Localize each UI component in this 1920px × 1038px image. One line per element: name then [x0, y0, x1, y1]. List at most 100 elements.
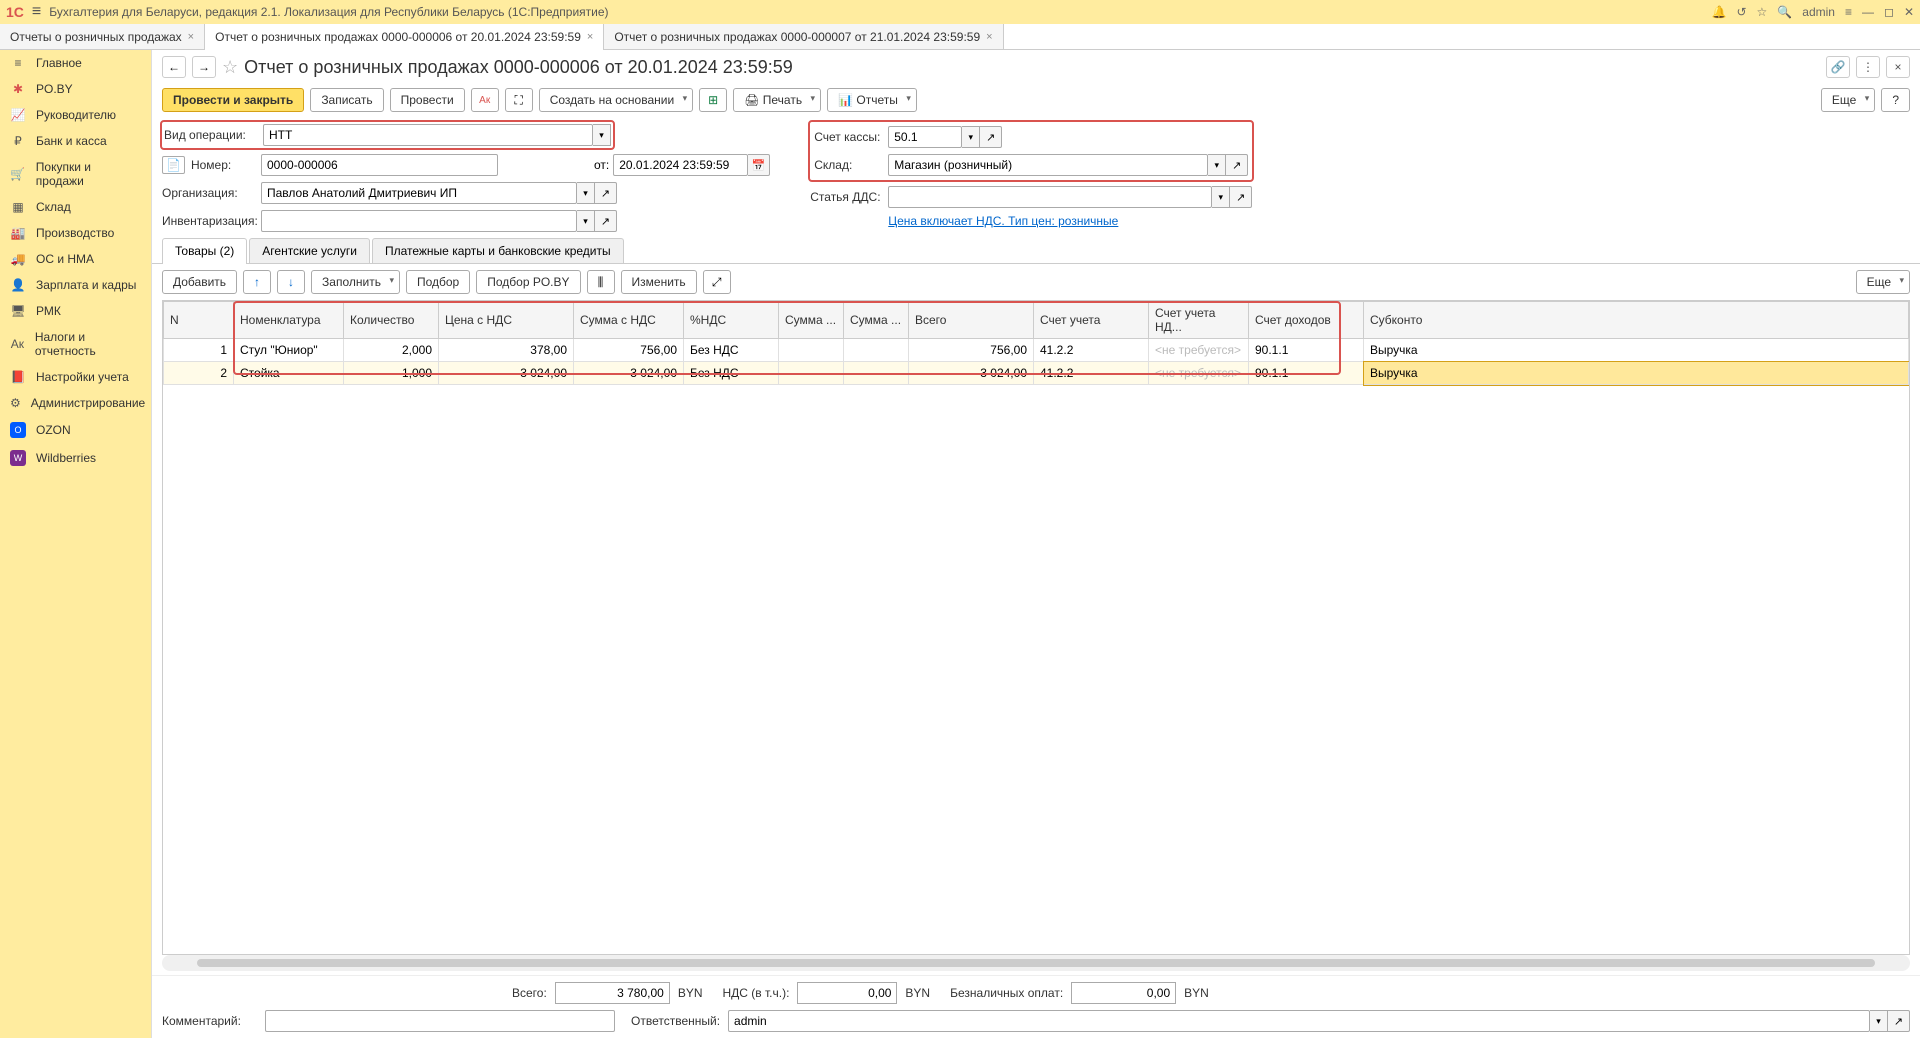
move-down-button[interactable]: ↓ — [277, 270, 305, 294]
comment-input[interactable] — [265, 1010, 615, 1032]
tab-agent[interactable]: Агентские услуги — [249, 238, 370, 263]
op-type-input[interactable] — [263, 124, 593, 146]
close-icon[interactable]: × — [188, 31, 194, 43]
create-based-button[interactable]: Создать на основании — [539, 88, 694, 112]
dropdown-button[interactable]: ▾ — [577, 182, 595, 204]
minimize-icon[interactable]: — — [1862, 5, 1874, 19]
structure-button[interactable]: ⛶ — [505, 88, 533, 112]
sidebar-item-wildberries[interactable]: WWildberries — [0, 444, 151, 472]
open-button[interactable]: ↗ — [1230, 186, 1252, 208]
search-icon[interactable]: 🔍 — [1777, 5, 1792, 19]
open-button[interactable]: ↗ — [595, 182, 617, 204]
col-price[interactable]: Цена с НДС — [439, 302, 574, 339]
sidebar-item-bank[interactable]: ₽Банк и касса — [0, 128, 151, 154]
settings-icon[interactable]: ≡ — [1845, 5, 1852, 19]
open-button[interactable]: ↗ — [1888, 1010, 1910, 1032]
reports-button[interactable]: 📊 Отчеты — [827, 88, 917, 112]
sidebar-item-settings[interactable]: 📕Настройки учета — [0, 364, 151, 390]
close-icon[interactable]: × — [587, 31, 593, 43]
col-total[interactable]: Всего — [909, 302, 1034, 339]
tab-goods[interactable]: Товары (2) — [162, 238, 247, 263]
user-label[interactable]: admin — [1802, 5, 1835, 19]
table-more-button[interactable]: Еще — [1856, 270, 1910, 294]
save-button[interactable]: Записать — [310, 88, 383, 112]
horizontal-scrollbar[interactable] — [162, 955, 1910, 971]
select-poby-button[interactable]: Подбор PO.BY — [476, 270, 580, 294]
close-icon[interactable]: ✕ — [1904, 5, 1914, 19]
calendar-button[interactable]: 📅 — [748, 154, 770, 176]
tab-cards[interactable]: Платежные карты и банковские кредиты — [372, 238, 624, 263]
help-button[interactable]: ? — [1881, 88, 1910, 112]
col-nom[interactable]: Номенклатура — [234, 302, 344, 339]
dt-kt-button[interactable]: Ак — [471, 88, 499, 112]
sidebar-item-rmk[interactable]: 🖥РМК — [0, 298, 151, 324]
responsible-input[interactable] — [728, 1010, 1870, 1032]
table-row[interactable]: 1 Стул "Юниор" 2,000 378,00 756,00 Без Н… — [164, 339, 1909, 362]
warehouse-input[interactable] — [888, 154, 1208, 176]
doc-icon[interactable]: 📄 — [162, 156, 185, 174]
dds-input[interactable] — [888, 186, 1212, 208]
dropdown-button[interactable]: ▾ — [593, 124, 611, 146]
number-input[interactable] — [261, 154, 498, 176]
dropdown-button[interactable]: ▾ — [1212, 186, 1230, 208]
barcode-button[interactable]: ⫼ — [587, 270, 615, 294]
col-acc[interactable]: Счет учета — [1034, 302, 1149, 339]
inventory-input[interactable] — [261, 210, 577, 232]
col-income[interactable]: Счет доходов — [1249, 302, 1364, 339]
fill-button[interactable]: Заполнить — [311, 270, 400, 294]
excel-button[interactable]: ⊞ — [699, 88, 727, 112]
post-close-button[interactable]: Провести и закрыть — [162, 88, 304, 112]
change-button[interactable]: Изменить — [621, 270, 697, 294]
sidebar-item-assets[interactable]: 🚚ОС и НМА — [0, 246, 151, 272]
col-vatsum1[interactable]: Сумма ... — [779, 302, 844, 339]
col-sub[interactable]: Субконто — [1364, 302, 1909, 339]
sidebar-item-salary[interactable]: 👤Зарплата и кадры — [0, 272, 151, 298]
menu-icon[interactable]: ≡ — [32, 3, 41, 21]
sidebar-item-taxes[interactable]: AкНалоги и отчетность — [0, 324, 151, 364]
sidebar-item-production[interactable]: 🏭Производство — [0, 220, 151, 246]
sidebar-item-admin[interactable]: ⚙Администрирование — [0, 390, 151, 416]
open-button[interactable]: ↗ — [595, 210, 617, 232]
sidebar-item-main[interactable]: ≡Главное — [0, 50, 151, 76]
window-tab[interactable]: Отчет о розничных продажах 0000-000006 о… — [205, 24, 604, 49]
star-icon[interactable]: ☆ — [1757, 5, 1768, 19]
col-vat[interactable]: %НДС — [684, 302, 779, 339]
col-vatsum2[interactable]: Сумма ... — [844, 302, 909, 339]
expand-button[interactable]: ⤢ — [703, 270, 731, 294]
col-qty[interactable]: Количество — [344, 302, 439, 339]
cash-account-input[interactable] — [888, 126, 962, 148]
sidebar-item-manager[interactable]: 📈Руководителю — [0, 102, 151, 128]
open-button[interactable]: ↗ — [980, 126, 1002, 148]
table-row[interactable]: 2 Стойка 1,000 3 024,00 3 024,00 Без НДС… — [164, 362, 1909, 385]
forward-button[interactable]: → — [192, 56, 216, 78]
bell-icon[interactable]: 🔔 — [1712, 5, 1727, 19]
org-input[interactable] — [261, 182, 577, 204]
link-button[interactable]: 🔗 — [1826, 56, 1850, 78]
select-button[interactable]: Подбор — [406, 270, 470, 294]
sidebar-item-poby[interactable]: ✱PO.BY — [0, 76, 151, 102]
col-acc-vat[interactable]: Счет учета НД... — [1149, 302, 1249, 339]
dropdown-button[interactable]: ▾ — [1208, 154, 1226, 176]
close-button[interactable]: × — [1886, 56, 1910, 78]
col-sum[interactable]: Сумма с НДС — [574, 302, 684, 339]
favorite-icon[interactable]: ☆ — [222, 57, 238, 78]
sidebar-item-sales[interactable]: 🛒Покупки и продажи — [0, 154, 151, 194]
dropdown-button[interactable]: ▾ — [962, 126, 980, 148]
print-button[interactable]: 🖨 Печать — [733, 88, 821, 112]
more-button[interactable]: Еще — [1821, 88, 1875, 112]
close-icon[interactable]: × — [986, 31, 992, 43]
move-up-button[interactable]: ↑ — [243, 270, 271, 294]
window-tab[interactable]: Отчеты о розничных продажах × — [0, 24, 205, 49]
col-n[interactable]: N — [164, 302, 234, 339]
post-button[interactable]: Провести — [390, 88, 465, 112]
sidebar-item-ozon[interactable]: OOZON — [0, 416, 151, 444]
dropdown-button[interactable]: ▾ — [577, 210, 595, 232]
history-icon[interactable]: ↺ — [1736, 5, 1746, 19]
back-button[interactable]: ← — [162, 56, 186, 78]
window-tab[interactable]: Отчет о розничных продажах 0000-000007 о… — [604, 24, 1003, 49]
dropdown-button[interactable]: ▾ — [1870, 1010, 1888, 1032]
add-button[interactable]: Добавить — [162, 270, 237, 294]
price-type-link[interactable]: Цена включает НДС. Тип цен: розничные — [888, 214, 1118, 228]
open-button[interactable]: ↗ — [1226, 154, 1248, 176]
sidebar-item-warehouse[interactable]: ▦Склад — [0, 194, 151, 220]
